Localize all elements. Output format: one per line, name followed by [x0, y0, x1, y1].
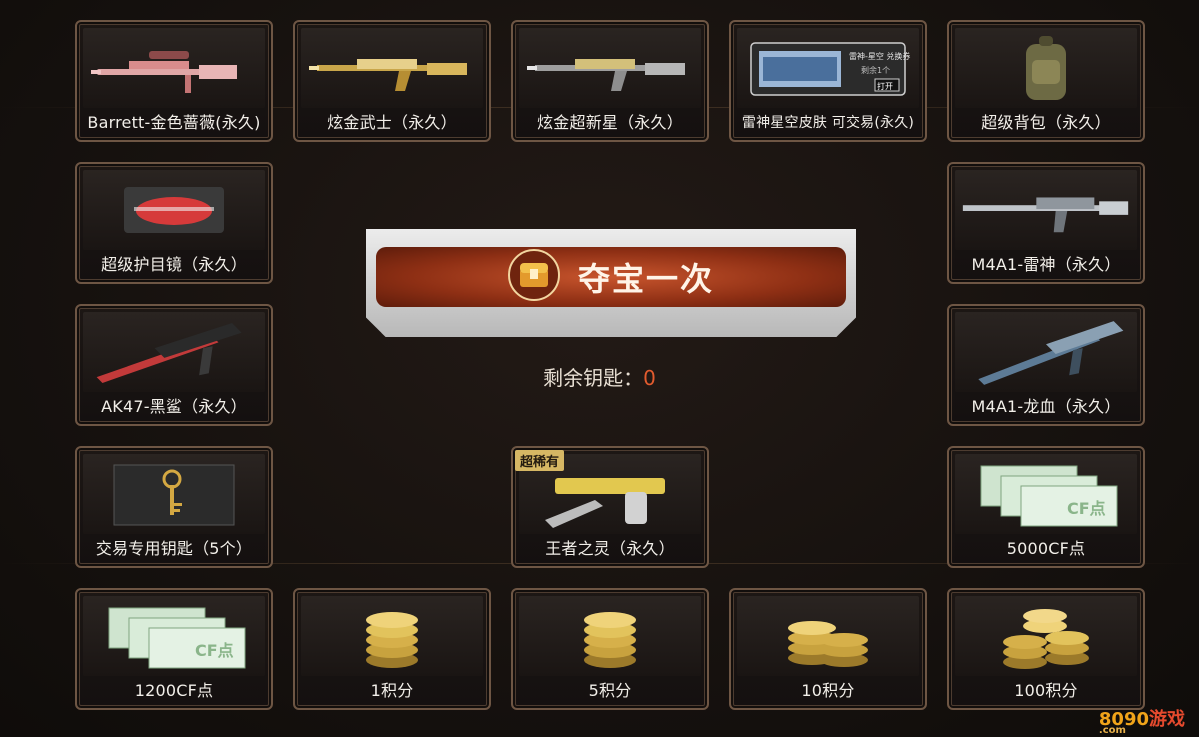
prize-label: 雷神星空皮肤 可交易(永久): [741, 115, 915, 131]
ticket-open-button: 打开: [877, 81, 893, 91]
prize-label: M4A1-雷神（永久）: [971, 255, 1121, 274]
prize-label: 10积分: [801, 681, 855, 700]
prize-card[interactable]: 炫金武士（永久）: [293, 20, 491, 142]
prize-card[interactable]: Barrett-金色蔷薇(永久): [75, 20, 273, 142]
prize-label: 5积分: [588, 681, 632, 700]
cf-voucher-icon: CF点: [959, 458, 1133, 532]
remaining-keys-value: 0: [643, 366, 656, 390]
prize-card[interactable]: 交易专用钥匙（5个）: [75, 446, 273, 568]
rifle-icon: [523, 32, 697, 106]
watermark-suffix: 游戏: [1149, 709, 1185, 730]
coins-icon: [959, 600, 1133, 674]
prize-label: M4A1-龙血（永久）: [971, 397, 1121, 416]
remaining-keys: 剩余钥匙：0: [0, 362, 1199, 391]
pistol-icon: [523, 458, 697, 532]
prize-label: 王者之灵（永久）: [545, 539, 675, 558]
cf-voucher-label: CF点: [195, 641, 234, 660]
prize-card[interactable]: CF点 1200CF点: [75, 588, 273, 710]
ticket-title: 雷神-星空 兑换券: [849, 51, 910, 61]
treasure-draw-label: 夺宝一次: [577, 260, 714, 298]
cf-voucher-icon: CF点: [87, 600, 261, 674]
prize-label: 100积分: [1014, 681, 1078, 700]
prize-label: 5000CF点: [1006, 539, 1086, 558]
prize-card[interactable]: 超稀有 王者之灵（永久）: [511, 446, 709, 568]
prize-card[interactable]: 超级护目镜（永久）: [75, 162, 273, 284]
coins-icon: [523, 600, 697, 674]
prize-card[interactable]: 1积分: [293, 588, 491, 710]
cf-voucher-label: CF点: [1067, 499, 1106, 518]
backpack-icon: [959, 32, 1133, 106]
prize-label: 1积分: [370, 681, 414, 700]
coins-icon: [741, 600, 915, 674]
prize-label: 交易专用钥匙（5个）: [95, 539, 253, 558]
prize-card[interactable]: 超级背包（永久）: [947, 20, 1145, 142]
watermark-domain: .com: [1098, 725, 1126, 736]
sniper-rifle-icon: [87, 32, 261, 106]
coins-icon: [305, 600, 479, 674]
prize-card[interactable]: 5积分: [511, 588, 709, 710]
prize-card[interactable]: CF点 5000CF点: [947, 446, 1145, 568]
prize-card[interactable]: 雷神-星空 兑换券 剩余1个 打开 雷神星空皮肤 可交易(永久): [729, 20, 927, 142]
prize-card[interactable]: 炫金超新星（永久）: [511, 20, 709, 142]
prize-card[interactable]: 100积分: [947, 588, 1145, 710]
prize-label: 1200CF点: [134, 681, 214, 700]
prize-label: AK47-黑鲨（永久）: [101, 397, 247, 416]
treasure-draw-button[interactable]: 夺宝一次: [366, 229, 856, 337]
treasure-chest-icon: [507, 249, 560, 305]
prize-label: 炫金超新星（永久）: [537, 113, 683, 132]
ticket-remaining: 剩余1个: [861, 65, 890, 75]
prize-card[interactable]: 10积分: [729, 588, 927, 710]
ticket-icon: 雷神-星空 兑换券 剩余1个 打开: [741, 32, 915, 106]
site-watermark: 8090游戏 .com: [1099, 705, 1185, 736]
prize-label: 炫金武士（永久）: [327, 113, 457, 132]
key-icon: [87, 458, 261, 532]
goggles-icon: [87, 174, 261, 248]
prize-label: Barrett-金色蔷薇(永久): [87, 113, 261, 132]
remaining-keys-label: 剩余钥匙：: [543, 366, 644, 390]
prize-card[interactable]: M4A1-雷神（永久）: [947, 162, 1145, 284]
rifle-icon: [305, 32, 479, 106]
prize-label: 超级背包（永久）: [981, 113, 1111, 132]
rifle-icon: [959, 174, 1133, 248]
prize-label: 超级护目镜（永久）: [101, 255, 247, 274]
